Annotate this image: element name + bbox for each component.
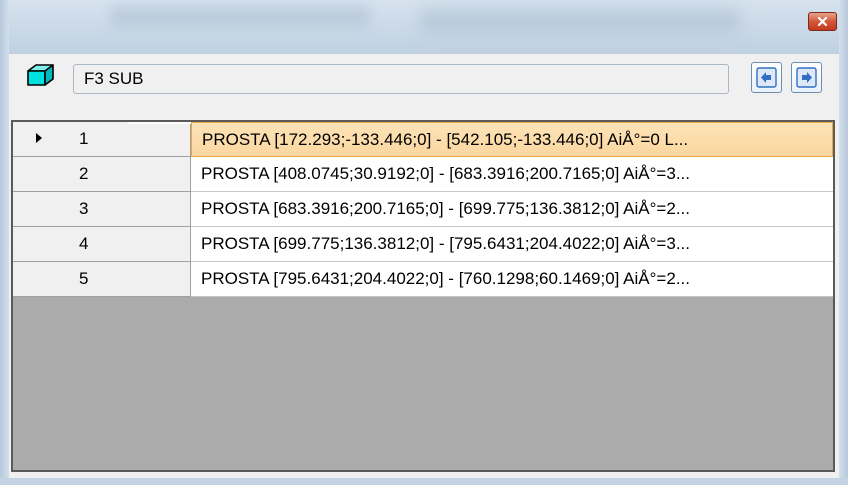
arrow-left-icon <box>756 67 777 88</box>
next-button[interactable] <box>791 62 822 93</box>
close-button[interactable] <box>808 12 837 31</box>
current-row-arrow-icon <box>36 133 42 143</box>
row-number: 5 <box>79 269 89 288</box>
row-number: 2 <box>79 164 89 183</box>
row-number: 3 <box>79 199 89 218</box>
window-border-left <box>0 0 9 485</box>
previous-button[interactable] <box>751 62 782 93</box>
dialog-client-area: F3 SUB 1 PROSTA [172.293;-133.446;0] - [… <box>9 54 839 478</box>
name-field[interactable]: F3 SUB <box>73 64 729 94</box>
row-header[interactable]: 1 <box>13 122 191 157</box>
titlebar-blur <box>420 10 740 32</box>
row-description-cell[interactable]: PROSTA [172.293;-133.446;0] - [542.105;-… <box>191 122 833 157</box>
row-description-cell[interactable]: PROSTA [699.775;136.3812;0] - [795.6431;… <box>191 227 833 262</box>
row-description-cell[interactable]: PROSTA [795.6431;204.4022;0] - [760.1298… <box>191 262 833 297</box>
row-header[interactable]: 3 <box>13 192 191 227</box>
toolbar: F3 SUB <box>9 54 839 112</box>
titlebar-blur <box>110 6 370 28</box>
row-header[interactable]: 5 <box>13 262 191 297</box>
row-description-cell[interactable]: PROSTA [408.0745;30.9192;0] - [683.3916;… <box>191 157 833 192</box>
row-description-cell[interactable]: PROSTA [683.3916;200.7165;0] - [699.775;… <box>191 192 833 227</box>
window-border-right <box>839 0 848 485</box>
grid-row[interactable]: 1 PROSTA [172.293;-133.446;0] - [542.105… <box>13 122 833 157</box>
close-icon <box>817 16 828 27</box>
cube-icon <box>27 64 54 86</box>
row-header[interactable]: 4 <box>13 227 191 262</box>
row-header[interactable]: 2 <box>13 157 191 192</box>
row-number: 1 <box>79 129 89 148</box>
data-grid[interactable]: 1 PROSTA [172.293;-133.446;0] - [542.105… <box>11 120 835 472</box>
grid-row[interactable]: 5 PROSTA [795.6431;204.4022;0] - [760.12… <box>13 262 833 297</box>
window-titlebar <box>0 0 848 54</box>
window-border-bottom <box>0 478 848 485</box>
arrow-right-icon <box>796 67 817 88</box>
grid-row[interactable]: 2 PROSTA [408.0745;30.9192;0] - [683.391… <box>13 157 833 192</box>
grid-row[interactable]: 4 PROSTA [699.775;136.3812;0] - [795.643… <box>13 227 833 262</box>
row-number: 4 <box>79 234 89 253</box>
grid-row[interactable]: 3 PROSTA [683.3916;200.7165;0] - [699.77… <box>13 192 833 227</box>
